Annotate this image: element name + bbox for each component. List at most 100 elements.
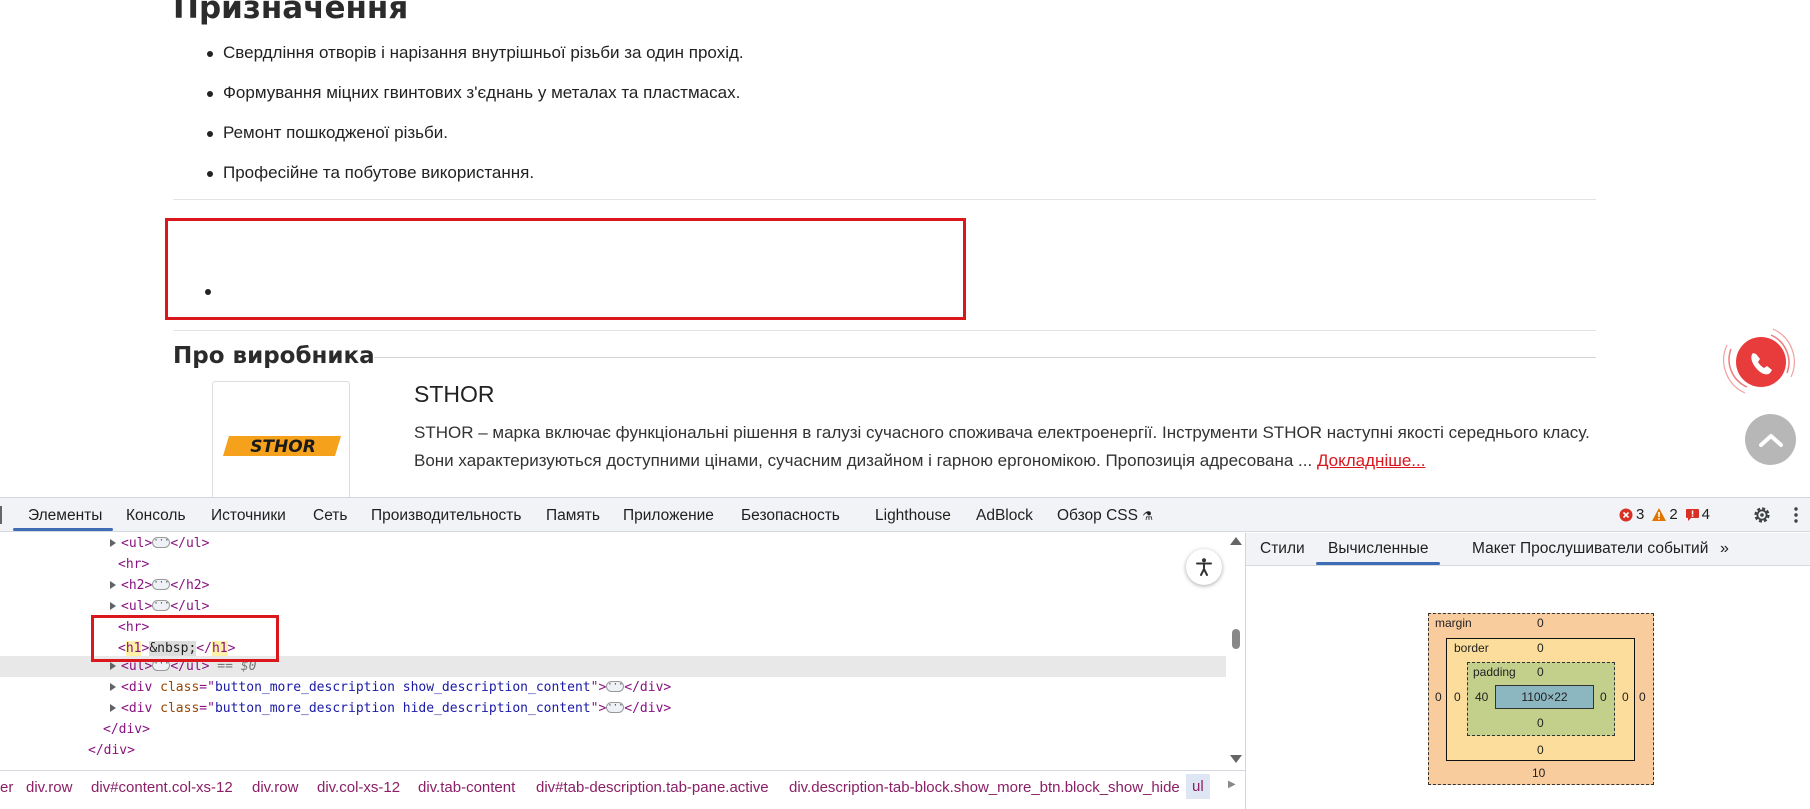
devtools-tabbar: Элементы Консоль Источники Сеть Производ… bbox=[0, 498, 1810, 532]
expand-arrow-icon[interactable] bbox=[110, 581, 116, 589]
tab-elements[interactable]: Элементы bbox=[28, 507, 102, 525]
dom-node-h2[interactable]: <h2>···</h2> bbox=[121, 575, 209, 596]
breadcrumb-item[interactable]: div.description-tab-block.show_more_btn.… bbox=[789, 779, 1180, 796]
dom-node-div[interactable]: <div class="button_more_description show… bbox=[121, 677, 671, 698]
logo-text: STHOR bbox=[250, 437, 316, 457]
chevron-right-icon[interactable]: ▶ bbox=[1228, 779, 1236, 790]
tab-computed[interactable]: Вычисленные bbox=[1328, 540, 1429, 558]
accessibility-button[interactable] bbox=[1186, 549, 1222, 585]
tab-styles[interactable]: Стили bbox=[1260, 540, 1305, 558]
attr-name: class bbox=[160, 680, 200, 695]
maker-heading: Про виробника bbox=[173, 343, 375, 369]
border-left-value[interactable]: 0 bbox=[1454, 690, 1461, 704]
breadcrumb-item[interactable]: div#content.col-xs-12 bbox=[91, 779, 233, 796]
padding-right-value[interactable]: 0 bbox=[1600, 690, 1607, 704]
breadcrumb-item[interactable]: er bbox=[0, 779, 13, 796]
dom-node-hr[interactable]: <hr> bbox=[118, 554, 149, 575]
ellipsis-icon[interactable]: ··· bbox=[606, 702, 625, 713]
gear-icon[interactable] bbox=[1752, 505, 1772, 525]
tag-end: "> bbox=[590, 680, 607, 695]
sidebar-tabbar: Стили Вычисленные Макет Прослушиватели с… bbox=[1246, 533, 1810, 566]
border-label: border bbox=[1454, 641, 1489, 655]
dom-node-div[interactable]: <div class="button_more_description hide… bbox=[121, 698, 671, 719]
list-item: Свердління отворів і нарізання внутрішнь… bbox=[207, 42, 744, 82]
tab-css-overview[interactable]: Обзор CSS ⚗ bbox=[1057, 507, 1153, 525]
dom-node-div-close[interactable]: </div> bbox=[103, 719, 150, 740]
purpose-list: Свердління отворів і нарізання внутрішнь… bbox=[207, 42, 744, 202]
sthor-logo: STHOR bbox=[223, 436, 341, 457]
list-item: Ремонт пошкодженої різьби. bbox=[207, 122, 744, 162]
tab-memory[interactable]: Память bbox=[546, 507, 600, 525]
ellipsis-icon[interactable]: ··· bbox=[606, 681, 625, 692]
expand-arrow-icon[interactable] bbox=[110, 683, 116, 691]
warning-icon bbox=[1652, 508, 1667, 521]
attr-value: button_more_description show_description… bbox=[214, 680, 591, 695]
tag-close: </ul> bbox=[170, 536, 210, 551]
brand-description: STHOR – марка включає функціональні ріше… bbox=[414, 419, 1604, 475]
breadcrumb-item[interactable]: div.col-xs-12 bbox=[317, 779, 400, 796]
tab-application[interactable]: Приложение bbox=[623, 507, 714, 525]
more-menu-icon[interactable] bbox=[1793, 506, 1799, 524]
tab-layout[interactable]: Макет bbox=[1472, 540, 1516, 558]
issue-counters[interactable]: 3 2 4 bbox=[1619, 506, 1710, 523]
purpose-heading: Призначення bbox=[173, 0, 409, 26]
tag-open: <ul> bbox=[121, 536, 153, 551]
callback-button[interactable] bbox=[1723, 325, 1795, 397]
tab-adblock[interactable]: AdBlock bbox=[976, 507, 1033, 525]
breadcrumb-item[interactable]: div.row bbox=[252, 779, 298, 796]
dom-node-div-close[interactable]: </div> bbox=[88, 740, 135, 761]
breadcrumb-item-current[interactable]: ul bbox=[1186, 774, 1210, 799]
tag-open: <ul> bbox=[121, 599, 153, 614]
tab-sources[interactable]: Источники bbox=[211, 507, 286, 525]
accessibility-icon bbox=[1196, 558, 1212, 576]
border-top-value[interactable]: 0 bbox=[1537, 641, 1544, 655]
margin-top-value[interactable]: 0 bbox=[1537, 616, 1544, 630]
highlight-box bbox=[165, 218, 966, 320]
tag-close: </ul> bbox=[170, 599, 210, 614]
scrollbar-thumb[interactable] bbox=[1232, 629, 1240, 649]
padding-bottom-value[interactable]: 0 bbox=[1537, 716, 1544, 730]
tag-open: <h2> bbox=[121, 578, 153, 593]
scroll-top-button[interactable] bbox=[1745, 414, 1796, 465]
issue-count: 4 bbox=[1701, 506, 1710, 523]
padding-left-value[interactable]: 40 bbox=[1475, 690, 1488, 704]
breadcrumb-item[interactable]: div#tab-description.tab-pane.active bbox=[536, 779, 769, 796]
phone-icon bbox=[1723, 328, 1795, 394]
ellipsis-icon[interactable]: ··· bbox=[152, 579, 171, 590]
dom-node-ul[interactable]: <ul>···</ul> bbox=[121, 533, 209, 554]
expand-arrow-icon[interactable] bbox=[110, 602, 116, 610]
expand-arrow-icon[interactable] bbox=[110, 539, 116, 547]
tab-security[interactable]: Безопасность bbox=[741, 507, 840, 525]
tab-performance[interactable]: Производительность bbox=[371, 507, 521, 525]
tab-lighthouse[interactable]: Lighthouse bbox=[875, 507, 951, 525]
brand-logo-card[interactable]: STHOR bbox=[212, 381, 350, 497]
padding-label: padding bbox=[1473, 665, 1516, 679]
ellipsis-icon[interactable]: ··· bbox=[152, 537, 171, 548]
devtools-panel: Элементы Консоль Источники Сеть Производ… bbox=[0, 497, 1810, 809]
tag-open: <div bbox=[121, 680, 161, 695]
breadcrumb-item[interactable]: div.row bbox=[26, 779, 72, 796]
highlight-box bbox=[91, 615, 279, 662]
dom-tree[interactable]: <ul>···</ul> <hr> <h2>···</h2> <ul>···</… bbox=[0, 533, 1245, 770]
dom-scrollbar[interactable] bbox=[1228, 533, 1244, 770]
expand-arrow-icon[interactable] bbox=[110, 704, 116, 712]
margin-label: margin bbox=[1435, 616, 1472, 630]
border-right-value[interactable]: 0 bbox=[1622, 690, 1629, 704]
margin-bottom-value[interactable]: 10 bbox=[1532, 766, 1545, 780]
dom-node-ul[interactable]: <ul>···</ul> bbox=[121, 596, 209, 617]
panel-edge bbox=[0, 506, 2, 524]
attr-eq: =" bbox=[199, 680, 215, 695]
padding-top-value[interactable]: 0 bbox=[1537, 665, 1544, 679]
divider bbox=[173, 199, 1596, 200]
ellipsis-icon[interactable]: ··· bbox=[152, 600, 171, 611]
margin-right-value[interactable]: 0 bbox=[1639, 690, 1646, 704]
breadcrumb-item[interactable]: div.tab-content bbox=[418, 779, 515, 796]
border-bottom-value[interactable]: 0 bbox=[1537, 743, 1544, 757]
expand-arrow-icon[interactable] bbox=[110, 662, 116, 670]
tab-network[interactable]: Сеть bbox=[313, 507, 347, 525]
margin-left-value[interactable]: 0 bbox=[1435, 690, 1442, 704]
more-link[interactable]: Докладніше... bbox=[1317, 451, 1426, 470]
more-tabs-icon[interactable]: » bbox=[1720, 540, 1729, 558]
tab-event-listeners[interactable]: Прослушиватели событий bbox=[1520, 540, 1708, 558]
tab-console[interactable]: Консоль bbox=[126, 507, 186, 525]
